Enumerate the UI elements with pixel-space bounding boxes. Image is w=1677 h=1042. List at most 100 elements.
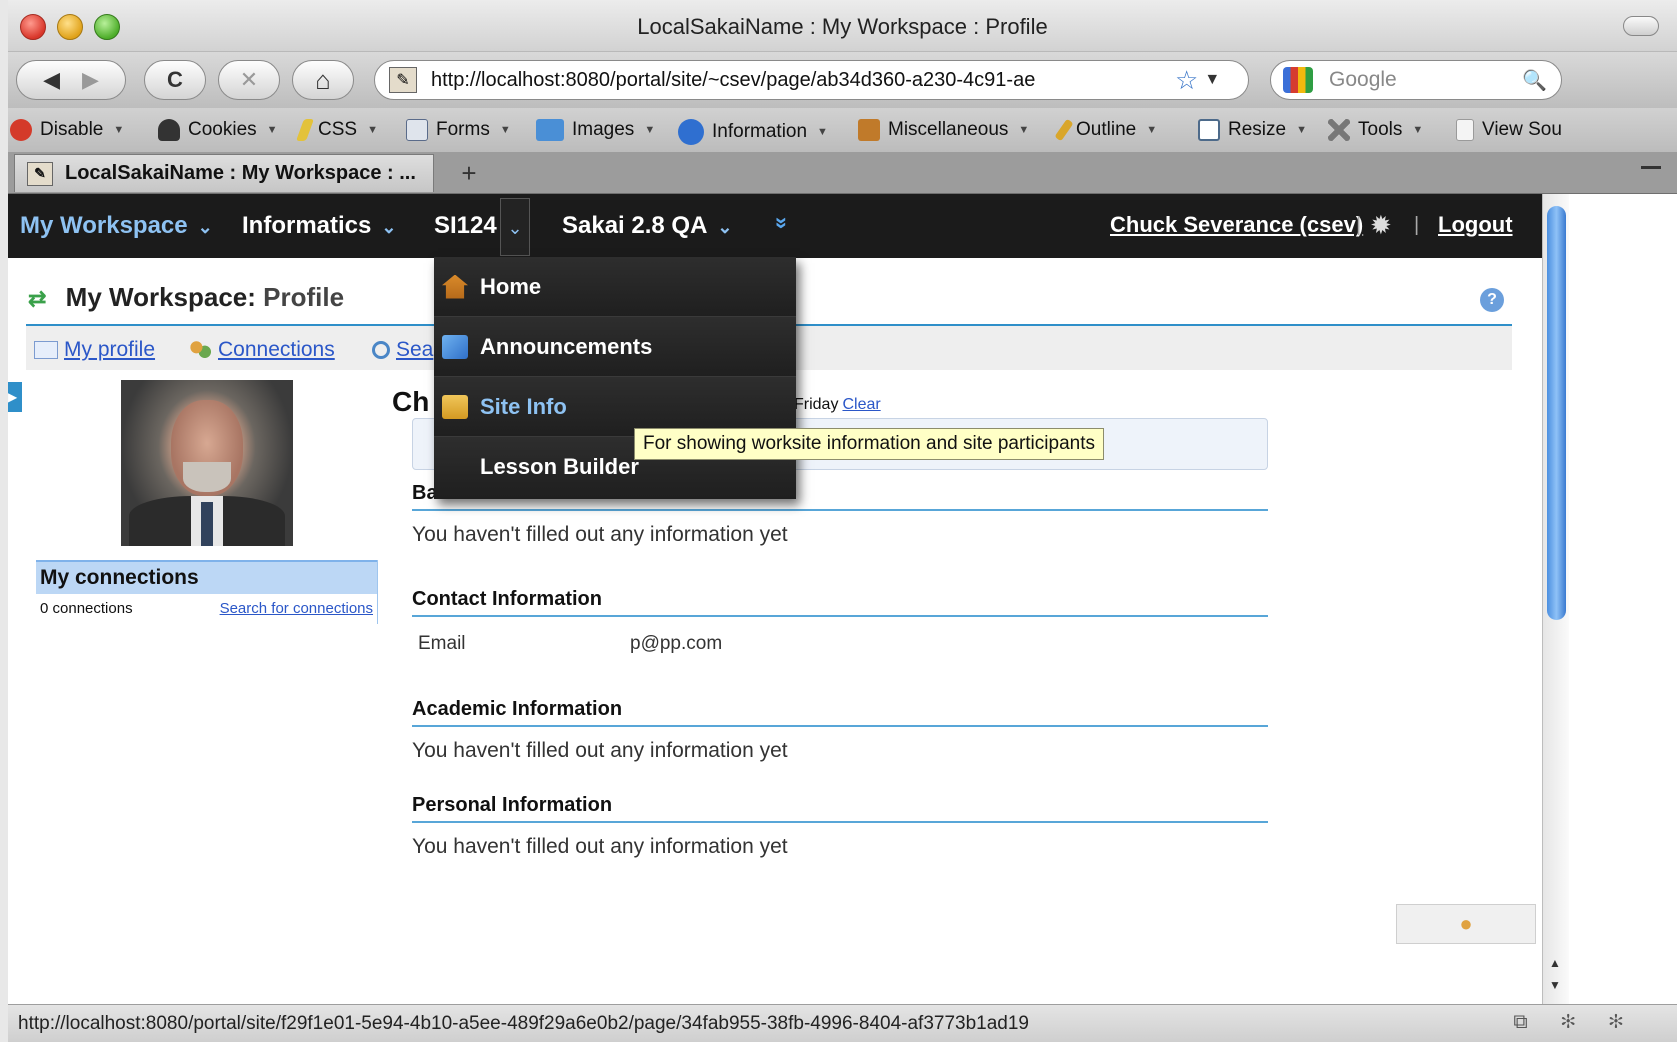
page-title-site: My Workspace: [65, 282, 256, 312]
site-tab-my-workspace[interactable]: My Workspace ⌄ [20, 212, 213, 240]
devbar-label: Resize [1228, 119, 1287, 140]
profile-photo [121, 380, 293, 546]
devbar-label: Outline [1076, 119, 1137, 140]
scroll-down-icon[interactable]: ▼ [1549, 978, 1561, 992]
devbar-label: View Sou [1482, 119, 1562, 140]
url-bar[interactable]: ✎ http://localhost:8080/portal/site/~cse… [374, 60, 1249, 100]
toolbar-toggle-button[interactable] [1623, 16, 1659, 36]
browser-window: LocalSakaiName : My Workspace : Profile … [8, 0, 1677, 1042]
sakai-site-nav: My Workspace ⌄ Informatics ⌄ SI124 ⌄ Sakai… [8, 194, 1542, 258]
devbar-label: Cookies [188, 119, 257, 140]
my-connections-panel: My connections 0 connections Search for … [36, 560, 378, 624]
more-sites-icon[interactable]: » [769, 217, 795, 229]
menu-item-home[interactable]: Home [434, 257, 796, 317]
tab-list-icon[interactable] [1641, 166, 1661, 180]
subnav-label: Sea [396, 338, 434, 361]
web-developer-toolbar: Disable ▼ Cookies ▼ CSS ▼ Forms ▼ Images ▼ In… [8, 108, 1677, 152]
tab-active[interactable]: ✎ LocalSakaiName : My Workspace : ... [14, 154, 434, 192]
status-meta: Friday Clear [794, 396, 881, 414]
reload-button[interactable]: C [144, 60, 206, 100]
search-input[interactable]: Google [1329, 68, 1522, 92]
window-title: LocalSakaiName : My Workspace : Profile [637, 14, 1048, 39]
devbar-information[interactable]: Information ▼ [678, 119, 828, 145]
stop-icon: ✕ [239, 67, 259, 92]
magnifier-icon [372, 341, 390, 359]
search-icon[interactable]: 🔍 [1522, 68, 1547, 93]
devbar-view-source[interactable]: View Sou [1456, 119, 1562, 141]
si124-dropdown-toggle[interactable]: ⌄ [500, 198, 530, 256]
user-name-link[interactable]: Chuck Severance (csev) [1110, 212, 1363, 238]
site-tab-label: Sakai 2.8 QA [562, 212, 708, 239]
devbar-resize[interactable]: Resize ▼ [1198, 119, 1307, 141]
announcements-icon [442, 334, 468, 359]
site-info-icon [442, 394, 468, 419]
home-button[interactable]: ⌂ [292, 60, 354, 100]
menu-item-announcements[interactable]: Announcements [434, 317, 796, 377]
contact-info-section: Contact Information Email p@pp.com [412, 588, 1268, 655]
back-icon[interactable]: ◀ [43, 67, 60, 93]
back-forward-group: ◀ ▶ [16, 60, 126, 100]
clear-status-link[interactable]: Clear [842, 396, 880, 413]
status-addon-icons[interactable]: ⧉ ✻ ✻ [1513, 1011, 1637, 1034]
bookmark-star-icon[interactable]: ☆ [1175, 65, 1198, 96]
email-label: Email [418, 633, 466, 654]
site-info-tooltip: For showing worksite information and sit… [634, 428, 1104, 460]
connections-link[interactable]: Connections [188, 338, 335, 362]
gear-icon[interactable]: ✹ [1370, 210, 1392, 241]
devbar-css[interactable]: CSS ▼ [295, 119, 378, 141]
stop-button[interactable]: ✕ [218, 60, 280, 100]
devbar-label: Disable [40, 119, 104, 140]
devbar-label: CSS [318, 119, 358, 140]
personal-info-section: Personal Information You haven't filled … [412, 794, 1268, 859]
devbar-images[interactable]: Images ▼ [536, 119, 655, 141]
email-value: p@pp.com [630, 633, 723, 654]
scrollbar-thumb[interactable] [1547, 206, 1566, 620]
site-tab-sakai-qa[interactable]: Sakai 2.8 QA ⌄ [562, 212, 733, 240]
devbar-miscellaneous[interactable]: Miscellaneous ▼ [858, 119, 1029, 141]
collapse-sidebar-icon[interactable]: ▶ [8, 382, 22, 412]
new-tab-button[interactable]: + [444, 158, 494, 190]
subnav-label: Connections [218, 338, 335, 361]
site-tab-label: Informatics [242, 212, 372, 239]
devbar-tools[interactable]: Tools ▼ [1328, 119, 1423, 141]
tab-bar: ✎ LocalSakaiName : My Workspace : ... + [8, 152, 1677, 194]
url-text[interactable]: http://localhost:8080/portal/site/~csev/… [431, 69, 1171, 92]
vertical-scrollbar[interactable]: ▲ ▼ [1542, 194, 1569, 1004]
outline-icon [1054, 118, 1074, 142]
site-tab-label: SI124 [434, 212, 497, 239]
academic-info-section: Academic Information You haven't filled … [412, 698, 1268, 763]
information-icon [678, 119, 704, 145]
search-link[interactable]: Sea [372, 338, 433, 362]
devbar-cookies[interactable]: Cookies ▼ [158, 119, 278, 141]
help-icon[interactable]: ? [1480, 288, 1504, 312]
miscellaneous-icon [858, 119, 880, 141]
chevron-down-icon[interactable]: ⌄ [717, 217, 732, 237]
chevron-down-icon[interactable]: ⌄ [381, 217, 396, 237]
google-engine-icon[interactable] [1283, 67, 1313, 93]
tools-icon [1328, 119, 1350, 141]
devbar-outline[interactable]: Outline ▼ [1054, 118, 1157, 142]
reset-icon[interactable]: ⇄ [28, 286, 46, 311]
chevron-down-icon[interactable]: ⌄ [198, 217, 213, 237]
title-bar: LocalSakaiName : My Workspace : Profile [8, 0, 1677, 52]
logout-link[interactable]: Logout [1438, 212, 1513, 238]
site-tab-informatics[interactable]: Informatics ⌄ [242, 212, 396, 240]
chat-presence-button[interactable]: ● [1396, 904, 1536, 944]
devbar-label: Miscellaneous [888, 119, 1009, 140]
section-body: You haven't filled out any information y… [412, 835, 788, 858]
my-profile-link[interactable]: My profile [34, 338, 155, 362]
search-bar[interactable]: Google 🔍 [1270, 60, 1562, 100]
site-tab-si124[interactable]: SI124 [434, 212, 497, 240]
devbar-forms[interactable]: Forms ▼ [406, 119, 511, 141]
search-connections-link[interactable]: Search for connections [220, 600, 373, 617]
status-url: http://localhost:8080/portal/site/f29f1e… [18, 1013, 1029, 1034]
forward-icon[interactable]: ▶ [82, 67, 99, 93]
nav-separator: | [1356, 214, 1362, 236]
connections-count: 0 connections [40, 600, 133, 617]
home-icon: ⌂ [315, 64, 331, 95]
menu-item-label: Lesson Builder [480, 454, 639, 479]
scroll-up-icon[interactable]: ▲ [1549, 956, 1561, 970]
menu-item-label: Site Info [480, 393, 567, 419]
devbar-disable[interactable]: Disable ▼ [10, 119, 124, 141]
url-history-dropdown-icon[interactable]: ▼ [1204, 71, 1220, 89]
